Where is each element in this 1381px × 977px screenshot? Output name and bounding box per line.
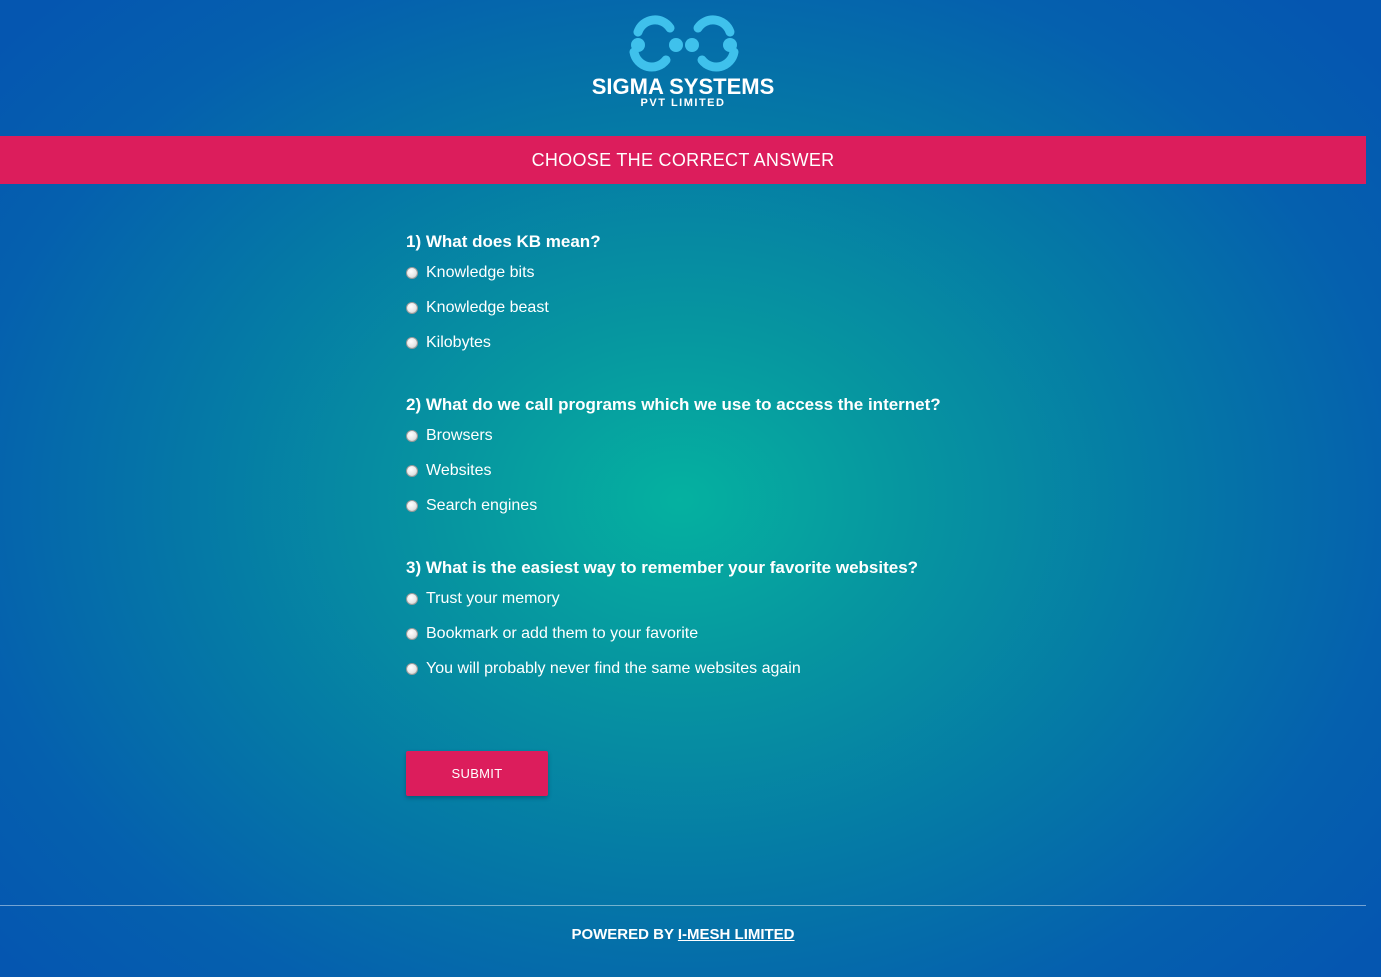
answer-option[interactable]: Knowledge bits <box>406 255 1106 290</box>
answer-option[interactable]: Kilobytes <box>406 325 1106 360</box>
radio-button[interactable] <box>406 592 418 605</box>
footer-company-link[interactable]: I-MESH LIMITED <box>678 926 795 943</box>
submit-button[interactable]: SUBMIT <box>406 751 548 796</box>
radio-button[interactable] <box>406 336 418 349</box>
radio-button[interactable] <box>406 429 418 442</box>
answer-option[interactable]: Browsers <box>406 418 1106 453</box>
radio-button[interactable] <box>406 627 418 640</box>
footer-prefix: POWERED BY <box>571 926 678 943</box>
answer-option[interactable]: Knowledge beast <box>406 290 1106 325</box>
question-text: 2) What do we call programs which we use… <box>406 395 941 414</box>
radio-button[interactable] <box>406 662 418 675</box>
answer-option[interactable]: You will probably never find the same we… <box>406 651 1106 686</box>
radio-button[interactable] <box>406 266 418 279</box>
footer: POWERED BY I-MESH LIMITED <box>0 926 1366 943</box>
radio-button[interactable] <box>406 499 418 512</box>
question-3: 3) What is the easiest way to remember y… <box>406 557 1106 686</box>
sigma-systems-logo-icon <box>629 15 739 72</box>
instruction-banner: CHOOSE THE CORRECT ANSWER <box>0 136 1366 184</box>
radio-button[interactable] <box>406 301 418 314</box>
footer-divider <box>0 905 1366 906</box>
banner-title: CHOOSE THE CORRECT ANSWER <box>531 149 835 170</box>
option-label: Knowledge bits <box>426 263 535 281</box>
option-label: You will probably never find the same we… <box>426 659 801 677</box>
option-label: Websites <box>426 461 492 479</box>
option-label: Browsers <box>426 426 493 444</box>
option-label: Kilobytes <box>426 333 491 351</box>
option-label: Trust your memory <box>426 589 560 607</box>
question-text: 1) What does KB mean? <box>406 232 601 251</box>
option-label: Knowledge beast <box>426 298 549 316</box>
answer-option[interactable]: Bookmark or add them to your favorite <box>406 616 1106 651</box>
brand-subtitle: PVT LIMITED <box>640 97 726 109</box>
answer-option[interactable]: Websites <box>406 453 1106 488</box>
option-label: Search engines <box>426 496 538 514</box>
question-2: 2) What do we call programs which we use… <box>406 394 1106 523</box>
answer-option[interactable]: Search engines <box>406 488 1106 523</box>
quiz-form: 1) What does KB mean? Knowledge bits Kno… <box>406 231 1106 720</box>
radio-button[interactable] <box>406 464 418 477</box>
question-text: 3) What is the easiest way to remember y… <box>406 558 919 577</box>
header-logo-area: SIGMA SYSTEMS PVT LIMITED <box>0 0 1366 136</box>
answer-option[interactable]: Trust your memory <box>406 581 1106 616</box>
question-1: 1) What does KB mean? Knowledge bits Kno… <box>406 231 1106 360</box>
option-label: Bookmark or add them to your favorite <box>426 624 699 642</box>
